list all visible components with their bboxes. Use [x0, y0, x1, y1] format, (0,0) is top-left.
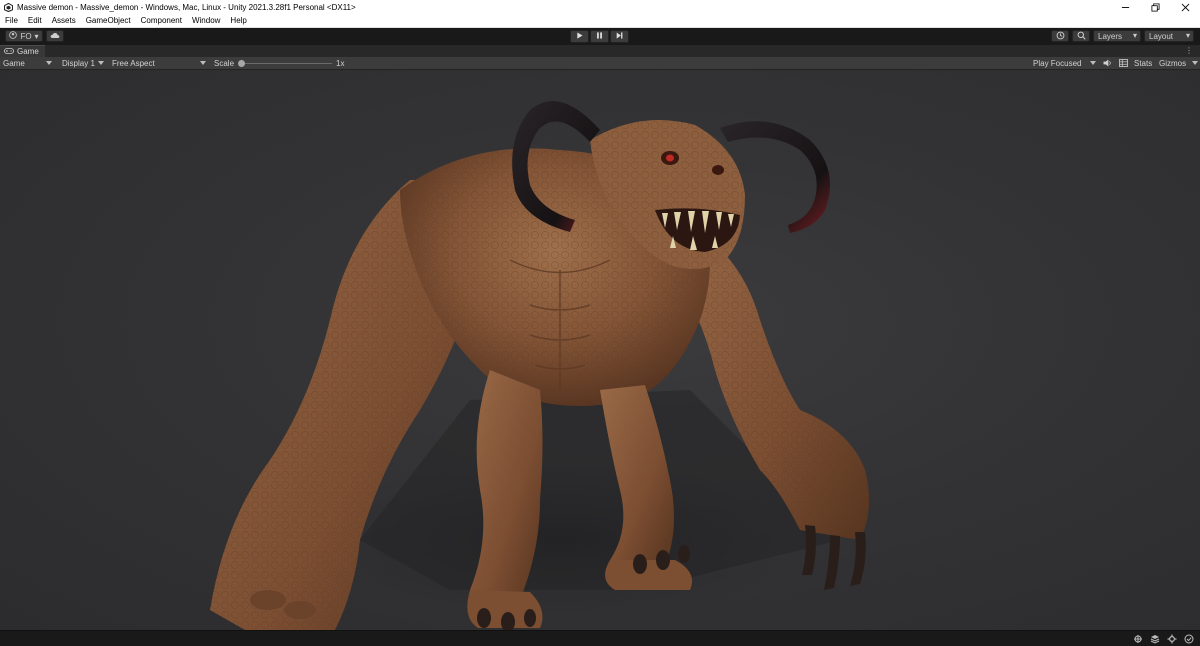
step-button[interactable]	[610, 30, 629, 43]
view-mode-dropdown[interactable]: Game	[0, 57, 56, 70]
menu-file[interactable]: File	[0, 14, 23, 28]
menu-edit[interactable]: Edit	[23, 14, 47, 28]
scale-label: Scale	[214, 59, 235, 68]
search-button[interactable]	[1072, 30, 1090, 42]
menu-assets[interactable]: Assets	[47, 14, 81, 28]
chevron-down-icon	[200, 61, 206, 65]
minimize-button[interactable]	[1110, 0, 1140, 14]
status-bar	[0, 630, 1200, 646]
menu-gameobject[interactable]: GameObject	[81, 14, 136, 28]
account-label: FO	[20, 31, 32, 41]
chevron-down-icon: ▾	[1185, 31, 1190, 40]
play-mode-dropdown[interactable]: Play Focused	[1030, 57, 1100, 70]
menu-window[interactable]: Window	[187, 14, 225, 28]
aspect-dropdown[interactable]: Free Aspect	[108, 57, 210, 70]
view-mode-label: Game	[3, 59, 25, 68]
chevron-down-icon	[98, 61, 104, 65]
restore-button[interactable]	[1140, 0, 1170, 14]
chevron-down-icon: ▾	[1132, 31, 1137, 40]
display-label: Display 1	[62, 59, 95, 68]
window-title-bar: Massive demon - Massive_demon - Windows,…	[0, 0, 1200, 14]
gear-icon[interactable]	[1166, 633, 1177, 644]
layout-label: Layout	[1149, 31, 1174, 41]
history-icon	[1056, 31, 1065, 42]
grid-icon	[1119, 58, 1128, 69]
game-viewport[interactable]	[0, 70, 1200, 630]
speaker-icon	[1103, 58, 1112, 69]
main-toolbar: FO ▾ Layers ▾ Layout ▾	[0, 28, 1200, 45]
undo-history-button[interactable]	[1051, 30, 1069, 42]
chevron-down-icon	[1192, 61, 1198, 65]
search-icon	[1077, 31, 1086, 42]
tab-strip: Game ⋮	[0, 45, 1200, 57]
display-dropdown[interactable]: Display 1	[58, 57, 108, 70]
gizmos-dropdown[interactable]: Gizmos	[1158, 57, 1198, 70]
pause-button[interactable]	[590, 30, 609, 43]
play-button[interactable]	[570, 30, 589, 43]
gizmos-label: Gizmos	[1159, 59, 1187, 68]
account-icon	[9, 31, 18, 41]
scale-slider-track[interactable]	[240, 63, 332, 64]
stats-button[interactable]: Stats	[1134, 57, 1152, 70]
stats-grid-button[interactable]	[1119, 57, 1131, 70]
mute-audio-button[interactable]	[1103, 57, 1115, 70]
close-window-button[interactable]	[1170, 0, 1200, 14]
menu-component[interactable]: Component	[136, 14, 187, 28]
layout-dropdown[interactable]: Layout ▾	[1144, 30, 1194, 42]
step-icon	[616, 32, 623, 41]
window-title: Massive demon - Massive_demon - Windows,…	[17, 2, 356, 12]
play-mode-label: Play Focused	[1033, 59, 1082, 68]
layers-dropdown[interactable]: Layers ▾	[1093, 30, 1141, 42]
play-icon	[576, 32, 583, 41]
tab-game[interactable]: Game	[0, 45, 45, 57]
more-options-icon[interactable]: ⋮	[1185, 46, 1193, 55]
debug-icon[interactable]	[1132, 633, 1143, 644]
chevron-down-icon: ▾	[34, 31, 39, 41]
status-icons	[1132, 633, 1194, 644]
layers-stack-icon[interactable]	[1149, 633, 1160, 644]
scale-slider-handle[interactable]	[238, 60, 245, 67]
play-controls	[570, 30, 629, 43]
progress-indicator-icon[interactable]	[1183, 633, 1194, 644]
pause-icon	[596, 32, 603, 41]
cloud-button[interactable]	[46, 30, 64, 42]
unity-logo-icon	[3, 2, 13, 12]
scale-value: 1x	[336, 59, 345, 68]
menu-help[interactable]: Help	[225, 14, 251, 28]
cloud-icon	[50, 32, 60, 41]
aspect-label: Free Aspect	[112, 59, 155, 68]
gamepad-icon	[3, 47, 14, 56]
layers-label: Layers	[1098, 31, 1123, 41]
chevron-down-icon	[46, 61, 52, 65]
chevron-down-icon	[1090, 61, 1096, 65]
toolbar-right-group: Layers ▾ Layout ▾	[1051, 30, 1194, 42]
menu-bar: File Edit Assets GameObject Component Wi…	[0, 14, 1200, 28]
account-dropdown[interactable]: FO ▾	[5, 30, 43, 42]
game-view-controls: Game Display 1 Free Aspect Scale 1x Play…	[0, 57, 1200, 70]
tab-game-label: Game	[17, 47, 39, 56]
demon-creature-render	[210, 101, 869, 630]
